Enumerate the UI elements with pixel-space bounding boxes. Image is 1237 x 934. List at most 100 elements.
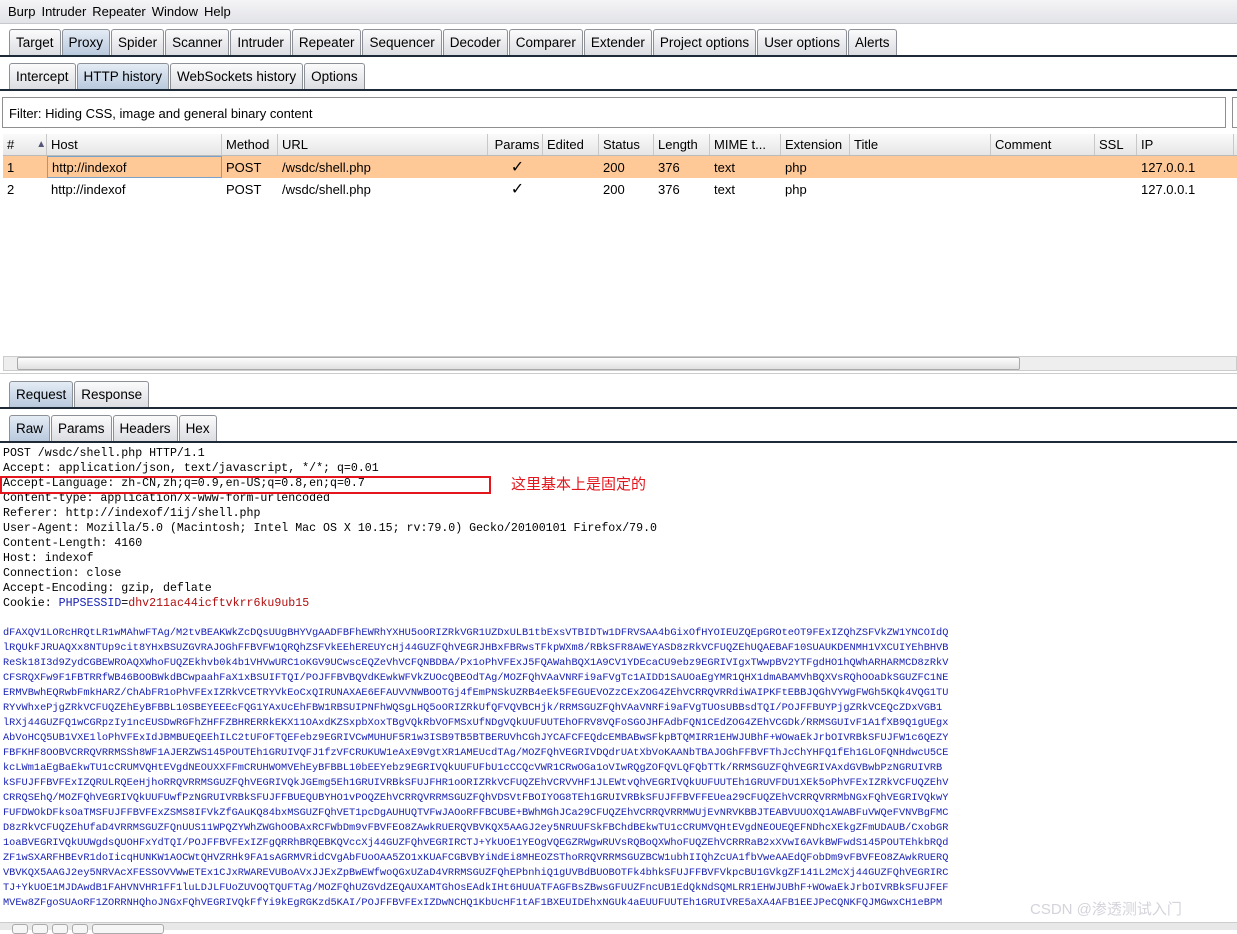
tab-raw[interactable]: Raw: [9, 415, 51, 441]
tab-http-history[interactable]: HTTP history: [76, 63, 170, 89]
table-row[interactable]: 1 http://indexof POST/wsdc/shell.php ✓ 200 37…: [3, 156, 1237, 178]
tab-spider[interactable]: Spider: [111, 29, 165, 55]
menu-repeater[interactable]: Repeater: [92, 4, 145, 19]
menu-burp[interactable]: Burp: [8, 4, 35, 19]
cookie-label: Cookie:: [3, 597, 59, 610]
tab-target[interactable]: Target: [9, 29, 61, 55]
column-header[interactable]: Host: [47, 134, 222, 155]
tab-alerts[interactable]: Alerts: [847, 29, 897, 55]
cell-host: http://indexof: [51, 181, 126, 197]
annotation-text: 这里基本上是固定的: [511, 475, 647, 493]
forward-button[interactable]: [72, 924, 88, 934]
cell-status: 200: [603, 181, 625, 197]
tab-request[interactable]: Request: [9, 381, 74, 407]
body-line: CRRQSEhQ/MOZFQhVEGRIVQkUUFUwfPzNGRUIVRBk…: [3, 792, 949, 804]
message-tabs: Request Response: [0, 381, 1237, 409]
tab-response[interactable]: Response: [74, 381, 150, 407]
tab-extender[interactable]: Extender: [583, 29, 652, 55]
bottom-bar: [0, 922, 1237, 930]
body-line: ERMVBwhEQRwbFmkHARZ/ChAbFR1oPhVFExIZRkVC…: [3, 687, 949, 699]
table-row[interactable]: 2 http://indexof POST/wsdc/shell.php ✓ 200 37…: [3, 178, 1237, 200]
tab-websockets-history[interactable]: WebSockets history: [170, 63, 304, 89]
body-line: CFSRQXFw9F1FBTRRfWB46BOOBWkdBCwpaahFaX1x…: [3, 672, 949, 684]
help-button[interactable]: [12, 924, 28, 934]
tab-proxy[interactable]: Proxy: [61, 29, 111, 55]
tab-sequencer[interactable]: Sequencer: [362, 29, 442, 55]
body-line: ReSk18I3d9ZydCGBEWROAQXWhoFUQZEkhvb0k4b1…: [3, 657, 949, 669]
back-button[interactable]: [32, 924, 48, 934]
request-line: Host: indexof: [3, 552, 94, 565]
add-button[interactable]: [52, 924, 68, 934]
menu-help[interactable]: Help: [204, 4, 231, 19]
tab-scanner[interactable]: Scanner: [165, 29, 230, 55]
body-line: AbVoHCQ5UB1VXE1loPhVFExIdJBMBUEQEEhILC2t…: [3, 732, 949, 744]
column-header[interactable]: Extension: [781, 134, 850, 155]
body-line: TJ+YkUOE1MJDAwdB1FAHVNVHR1FF1luLDJLFUoZU…: [3, 882, 949, 894]
request-line: Accept-Encoding: gzip, deflate: [3, 582, 212, 595]
column-header[interactable]: Comment: [991, 134, 1095, 155]
tab-options[interactable]: Options: [304, 63, 365, 89]
cell-ssl: [1095, 178, 1137, 200]
tab-comparer[interactable]: Comparer: [508, 29, 583, 55]
cell-extension: php: [785, 181, 807, 197]
menu-intruder[interactable]: Intruder: [41, 4, 86, 19]
body-line: ZF1wSXARFHBEvR1doIicqHUNKW1AOCWtQHVZRHk9…: [3, 852, 949, 864]
body-line: lRXj44GUZFQ1wCGRpzIy1ncEUSDwRGFhZHFFZBHR…: [3, 717, 949, 729]
column-header[interactable]: Length: [654, 134, 710, 155]
column-header[interactable]: IP: [1137, 134, 1234, 155]
request-editor[interactable]: POST /wsdc/shell.php HTTP/1.1 Accept: app…: [3, 446, 1237, 922]
tab-project-options[interactable]: Project options: [652, 29, 757, 55]
scrollbar-thumb[interactable]: [17, 357, 1020, 370]
cell-status: 200: [603, 159, 625, 175]
pane-splitter[interactable]: [0, 373, 1237, 378]
filter-bar[interactable]: Filter: Hiding CSS, image and general bi…: [2, 97, 1226, 128]
column-label: #: [7, 137, 15, 152]
column-header[interactable]: Edited: [543, 134, 599, 155]
cell-ip: 127.0.0.1: [1141, 159, 1196, 175]
body-line: kcLWm1aEgBaEkwTU1cCRUMVQHtEVgdNEOUXXFFmC…: [3, 762, 943, 774]
search-input[interactable]: [92, 924, 164, 934]
column-header[interactable]: MIME t...: [710, 134, 781, 155]
filter-side-button[interactable]: [1232, 97, 1237, 128]
cell-title: [850, 156, 991, 178]
cell-method: POST: [226, 181, 262, 197]
cell-params: ✓: [510, 181, 525, 198]
cell-length: 376: [658, 181, 680, 197]
request-line: User-Agent: Mozilla/5.0 (Macintosh; Inte…: [3, 522, 657, 535]
menu-window[interactable]: Window: [152, 4, 198, 19]
cell-edited: [543, 156, 599, 178]
cell-url: /wsdc/shell.php: [282, 159, 371, 175]
cell-ip: 127.0.0.1: [1141, 181, 1196, 197]
tab-user-options[interactable]: User options: [757, 29, 847, 55]
main-tabs: Target Proxy Spider Scanner Intruder Repeater…: [0, 29, 1237, 57]
column-header[interactable]: Params: [488, 134, 543, 155]
column-header[interactable]: Method: [222, 134, 278, 155]
column-header[interactable]: SSL: [1095, 134, 1137, 155]
column-header[interactable]: Status: [599, 134, 654, 155]
cell-mime-t-: text: [714, 181, 735, 197]
proxy-tabs: Intercept HTTP history WebSockets history O…: [0, 63, 1237, 91]
cookie-name: PHPSESSID: [58, 597, 122, 610]
cookie-line: Cookie: PHPSESSID=dhv211ac44icftvkrr6ku9…: [3, 596, 1237, 611]
tab-decoder[interactable]: Decoder: [442, 29, 508, 55]
tab-hex[interactable]: Hex: [178, 415, 217, 441]
cell-host: http://indexof: [47, 156, 222, 178]
column-header[interactable]: # ▲: [3, 134, 47, 155]
column-header[interactable]: URL: [278, 134, 488, 155]
column-header[interactable]: Title: [850, 134, 991, 155]
tab-intruder[interactable]: Intruder: [230, 29, 291, 55]
body-line: VBVKQX5AAGJ2ey5NRVAcXFESSOVVWwETEx1CJxRW…: [3, 867, 949, 879]
body-line: RYvWhxePjgZRkVCFUQZEhEyBFBBL10SBEYEEEcFQ…: [3, 702, 943, 714]
cell-#: 2: [7, 181, 15, 197]
body-line: FUFDWOkDFksOaTMSFUJFFBVFExZSMS8IFVkZfGAu…: [3, 807, 949, 819]
tab-headers[interactable]: Headers: [112, 415, 178, 441]
tab-intercept[interactable]: Intercept: [9, 63, 76, 89]
tab-params[interactable]: Params: [51, 415, 112, 441]
body-line: FBFKHF8OOBVCRRQVRRMSSh8WF1AJERZWS145POUT…: [3, 747, 949, 759]
cell-comment: [991, 156, 1095, 178]
view-tabs: Raw Params Headers Hex: [0, 415, 1237, 443]
cell-method: POST: [226, 159, 262, 175]
tab-repeater[interactable]: Repeater: [291, 29, 362, 55]
watermark: CSDN @渗透测试入门: [1030, 901, 1182, 918]
